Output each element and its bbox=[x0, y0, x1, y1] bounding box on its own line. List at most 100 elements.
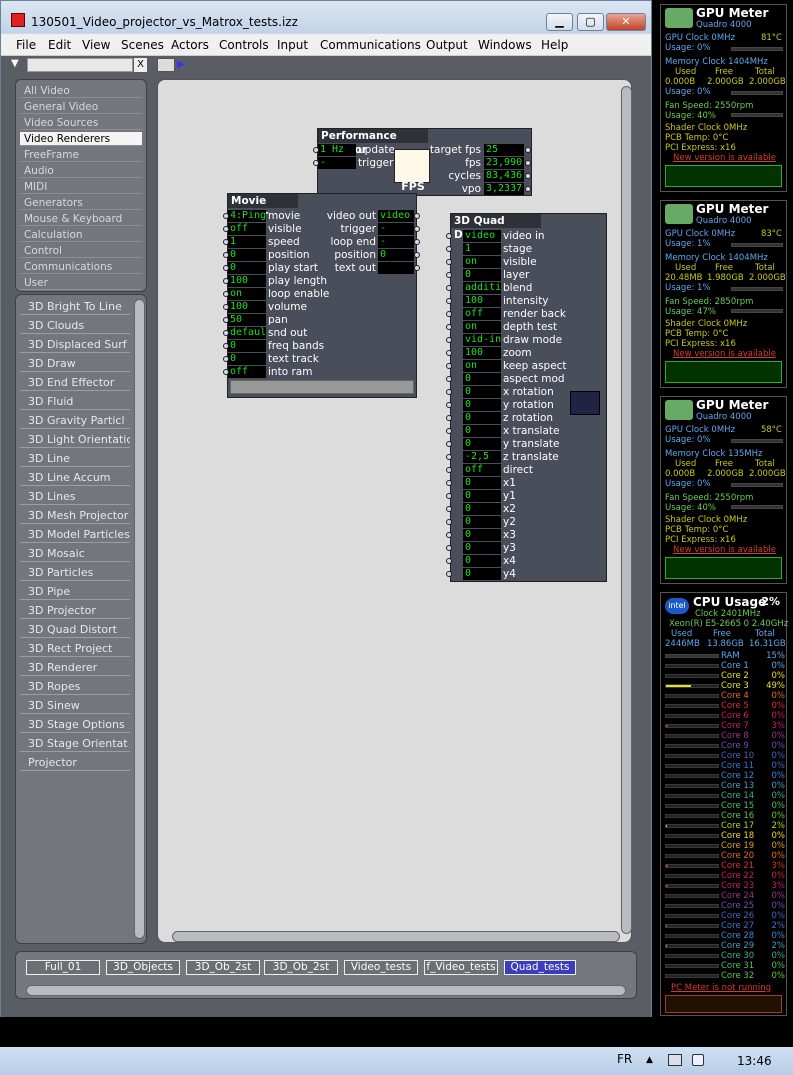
actor-item[interactable]: 3D Renderer bbox=[20, 659, 130, 676]
port-value[interactable]: 1 Hz bbox=[318, 144, 356, 156]
port-value[interactable]: 0 bbox=[463, 412, 501, 424]
port-pin[interactable] bbox=[223, 356, 229, 362]
port-pin[interactable] bbox=[446, 545, 452, 551]
menu-edit[interactable]: Edit bbox=[48, 38, 71, 52]
port-pin[interactable] bbox=[446, 558, 452, 564]
port-value[interactable]: 0 bbox=[463, 386, 501, 398]
port-pin[interactable] bbox=[446, 506, 452, 512]
actor-item[interactable]: 3D Pipe bbox=[20, 583, 130, 600]
port-value[interactable]: vid-in bbox=[463, 334, 501, 346]
scene-editor[interactable]: Performance Monitor1 Hzupdate-triggertar… bbox=[157, 79, 632, 943]
category-item[interactable]: Calculation bbox=[20, 228, 142, 242]
port-value[interactable]: on bbox=[463, 256, 501, 268]
port-value[interactable]: 1 bbox=[228, 236, 266, 248]
port-pin[interactable] bbox=[446, 402, 452, 408]
filter-menu-icon[interactable]: ▼ bbox=[11, 58, 19, 69]
port-pin[interactable] bbox=[525, 173, 531, 179]
movie-player-actor[interactable]: Movie Player4:Ping_movieoffvisible1speed… bbox=[223, 193, 420, 398]
port-pin[interactable] bbox=[313, 160, 319, 166]
editor-horizontal-scrollbar[interactable] bbox=[172, 931, 620, 942]
actor-item[interactable]: 3D Bright To Line bbox=[20, 298, 130, 315]
update-notice[interactable]: New version is available bbox=[673, 153, 776, 163]
port-pin[interactable] bbox=[223, 265, 229, 271]
close-button[interactable]: ✕ bbox=[606, 13, 646, 31]
actor-item[interactable]: 3D Lines bbox=[20, 488, 130, 505]
port-pin[interactable] bbox=[223, 330, 229, 336]
port-pin[interactable] bbox=[446, 493, 452, 499]
port-value[interactable]: 0 bbox=[463, 529, 501, 541]
actor-item[interactable]: 3D Quad Distort bbox=[20, 621, 130, 638]
port-pin[interactable] bbox=[414, 239, 420, 245]
port-pin[interactable] bbox=[446, 311, 452, 317]
port-pin[interactable] bbox=[414, 265, 420, 271]
port-value[interactable] bbox=[378, 262, 414, 274]
update-notice[interactable]: New version is available bbox=[673, 349, 776, 359]
port-value[interactable]: 0 bbox=[463, 373, 501, 385]
port-pin[interactable] bbox=[414, 226, 420, 232]
port-pin[interactable] bbox=[223, 317, 229, 323]
actor-item[interactable]: 3D Light Orientatio bbox=[20, 431, 130, 448]
port-pin[interactable] bbox=[446, 298, 452, 304]
category-item[interactable]: Generators bbox=[20, 196, 142, 210]
actor-item[interactable]: 3D Mosaic bbox=[20, 545, 130, 562]
port-pin[interactable] bbox=[223, 278, 229, 284]
port-value[interactable]: 25 bbox=[484, 144, 524, 156]
actor-item[interactable]: 3D Mesh Projector bbox=[20, 507, 130, 524]
port-value[interactable]: 0 bbox=[463, 516, 501, 528]
port-pin[interactable] bbox=[223, 343, 229, 349]
port-pin[interactable] bbox=[223, 252, 229, 258]
play-arrow-icon[interactable]: ▶ bbox=[177, 59, 185, 70]
port-value[interactable]: 100 bbox=[463, 347, 501, 359]
port-pin[interactable] bbox=[446, 428, 452, 434]
category-item[interactable]: Communications bbox=[20, 260, 142, 274]
actor-item[interactable]: 3D Rect Project bbox=[20, 640, 130, 657]
port-pin[interactable] bbox=[446, 376, 452, 382]
port-pin[interactable] bbox=[446, 246, 452, 252]
port-pin[interactable] bbox=[446, 363, 452, 369]
menu-actors[interactable]: Actors bbox=[171, 38, 209, 52]
port-value[interactable]: 83,436 bbox=[484, 170, 524, 182]
port-pin[interactable] bbox=[446, 532, 452, 538]
actor-filter-input[interactable] bbox=[27, 58, 133, 72]
scene-tab[interactable]: Video_tests bbox=[344, 960, 418, 975]
clock[interactable]: 13:46 bbox=[737, 1054, 772, 1068]
port-value[interactable]: 0 bbox=[463, 399, 501, 411]
port-pin[interactable] bbox=[446, 519, 452, 525]
port-pin[interactable] bbox=[446, 285, 452, 291]
port-pin[interactable] bbox=[446, 324, 452, 330]
actor-item[interactable]: 3D Sinew bbox=[20, 697, 130, 714]
port-pin[interactable] bbox=[446, 389, 452, 395]
port-value[interactable]: default bbox=[228, 327, 266, 339]
port-pin[interactable] bbox=[446, 350, 452, 356]
actor-list-scrollbar[interactable] bbox=[134, 299, 145, 939]
port-value[interactable]: 0 bbox=[228, 262, 266, 274]
actor-item[interactable]: 3D Stage Options bbox=[20, 716, 130, 733]
scene-tab[interactable]: 3D_Objects bbox=[106, 960, 180, 975]
port-pin[interactable] bbox=[223, 213, 229, 219]
update-notice[interactable]: New version is available bbox=[673, 545, 776, 555]
tray-expand-icon[interactable]: ▲ bbox=[646, 1055, 653, 1065]
category-item[interactable]: MIDI bbox=[20, 180, 142, 194]
port-value[interactable]: 23,990 bbox=[484, 157, 524, 169]
port-value[interactable]: additive bbox=[463, 282, 501, 294]
scene-tab[interactable]: 3D_Ob_2st bbox=[186, 960, 260, 975]
title-bar[interactable]: 130501_Video_projector_vs_Matrox_tests.i… bbox=[1, 1, 651, 33]
port-value[interactable]: on bbox=[228, 288, 266, 300]
clear-filter-button[interactable]: X bbox=[134, 58, 147, 72]
scene-tab[interactable]: f_Video_tests bbox=[424, 960, 498, 975]
port-value[interactable]: off bbox=[463, 308, 501, 320]
port-value[interactable]: 0 bbox=[228, 249, 266, 261]
port-value[interactable]: -2,5 bbox=[463, 451, 501, 463]
port-value[interactable]: 0 bbox=[463, 425, 501, 437]
category-item[interactable]: User bbox=[20, 276, 142, 290]
category-item[interactable]: Video Renderers bbox=[20, 132, 142, 146]
performance-monitor-actor[interactable]: Performance Monitor1 Hzupdate-trigger tar… bbox=[313, 128, 532, 196]
port-value[interactable]: 0 bbox=[378, 249, 414, 261]
category-item[interactable]: Mouse & Keyboard bbox=[20, 212, 142, 226]
port-pin[interactable] bbox=[446, 233, 452, 239]
port-value[interactable]: on bbox=[463, 321, 501, 333]
port-pin[interactable] bbox=[525, 160, 531, 166]
actor-item[interactable]: 3D Ropes bbox=[20, 678, 130, 695]
port-pin[interactable] bbox=[446, 441, 452, 447]
actor-item[interactable]: 3D Particles bbox=[20, 564, 130, 581]
